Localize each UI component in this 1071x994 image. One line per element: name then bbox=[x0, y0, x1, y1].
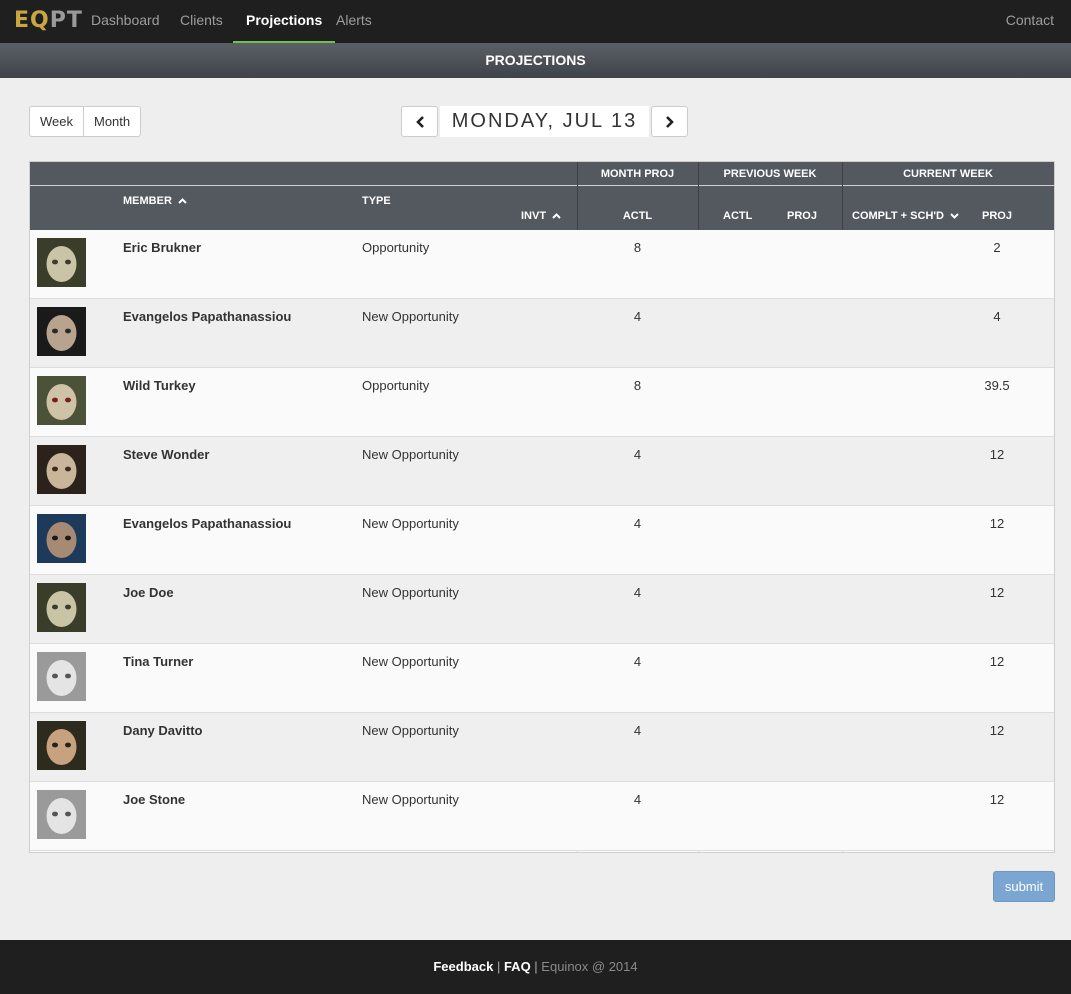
column-header-member-label: MEMBER bbox=[123, 195, 172, 207]
top-navbar: EQPT Dashboard Clients Projections Alert… bbox=[0, 0, 1071, 43]
column-header-cur-proj[interactable]: PROJ bbox=[982, 210, 1012, 222]
avatar bbox=[37, 307, 86, 356]
group-header-previous-week: PREVIOUS WEEK bbox=[723, 168, 817, 180]
footer-feedback-link[interactable]: Feedback bbox=[433, 959, 493, 974]
member-name[interactable]: Tina Turner bbox=[123, 654, 193, 669]
table-row: Eric Brukner Opportunity 8 2 bbox=[30, 230, 1054, 299]
current-proj-value: 39.5 bbox=[984, 378, 1010, 393]
footer-separator: | bbox=[530, 959, 542, 974]
group-header-current-week: CURRENT WEEK bbox=[903, 168, 993, 180]
column-header-invt-label: INVT bbox=[521, 210, 547, 222]
member-name[interactable]: Joe Stone bbox=[123, 792, 185, 807]
footer-faq-link[interactable]: FAQ bbox=[504, 959, 531, 974]
logo-text-eq: EQ bbox=[14, 8, 50, 33]
chevron-left-icon bbox=[415, 115, 424, 128]
table-row: Evangelos Papathanassiou New Opportunity 4… bbox=[30, 506, 1054, 575]
member-type: Opportunity bbox=[362, 378, 430, 393]
group-header-month-proj: MONTH PROJ bbox=[600, 168, 675, 180]
member-type: New Opportunity bbox=[362, 723, 459, 738]
member-name[interactable]: Evangelos Papathanassiou bbox=[123, 516, 291, 531]
table-row: Tina Turner New Opportunity 4 12 bbox=[30, 644, 1054, 713]
prev-date-button[interactable] bbox=[401, 106, 438, 137]
chevron-up-icon bbox=[178, 198, 187, 204]
member-type: New Opportunity bbox=[362, 309, 459, 324]
month-actl-value: 4 bbox=[633, 585, 642, 600]
current-proj-value: 12 bbox=[989, 585, 1005, 600]
member-type: New Opportunity bbox=[362, 654, 459, 669]
member-name[interactable]: Joe Doe bbox=[123, 585, 174, 600]
current-date: MONDAY, JUL 13 bbox=[440, 106, 649, 137]
month-actl-value: 4 bbox=[633, 654, 642, 669]
nav-dashboard[interactable]: Dashboard bbox=[91, 0, 160, 43]
member-type: New Opportunity bbox=[362, 516, 459, 531]
current-proj-value: 12 bbox=[989, 654, 1005, 669]
member-name[interactable]: Steve Wonder bbox=[123, 447, 209, 462]
chevron-up-icon bbox=[552, 213, 561, 219]
footer-separator: | bbox=[493, 959, 504, 974]
member-name[interactable]: Eric Brukner bbox=[123, 240, 201, 255]
submit-button[interactable]: submit bbox=[993, 871, 1055, 902]
period-toggle: Week Month bbox=[29, 106, 142, 137]
avatar bbox=[37, 790, 86, 839]
column-header-prev-proj[interactable]: PROJ bbox=[787, 210, 817, 222]
avatar bbox=[37, 376, 86, 425]
chevron-down-icon bbox=[950, 213, 959, 220]
member-type: Opportunity bbox=[362, 240, 430, 255]
member-type: New Opportunity bbox=[362, 792, 459, 807]
nav-alerts[interactable]: Alerts bbox=[336, 0, 372, 43]
month-actl-value: 8 bbox=[633, 378, 642, 393]
current-proj-value: 2 bbox=[993, 240, 1001, 255]
footer: Feedback | FAQ | Equinox @ 2014 bbox=[0, 940, 1071, 994]
footer-copyright: Equinox @ 2014 bbox=[541, 959, 638, 974]
table-header: MONTH PROJ PREVIOUS WEEK CURRENT WEEK ME… bbox=[30, 162, 1054, 230]
table-row: Steve Wonder New Opportunity 4 12 bbox=[30, 437, 1054, 506]
projections-table: MONTH PROJ PREVIOUS WEEK CURRENT WEEK ME… bbox=[29, 161, 1055, 853]
column-header-member[interactable]: MEMBER bbox=[123, 195, 187, 207]
month-actl-value: 4 bbox=[633, 309, 642, 324]
column-header-complt-schd-label: COMPLT + SCH'D bbox=[852, 210, 944, 222]
avatar bbox=[37, 652, 86, 701]
month-actl-value: 4 bbox=[633, 447, 642, 462]
member-name[interactable]: Dany Davitto bbox=[123, 723, 202, 738]
table-row: Joe Stone New Opportunity 4 12 bbox=[30, 782, 1054, 851]
page-title: PROJECTIONS bbox=[0, 43, 1071, 78]
avatar bbox=[37, 514, 86, 563]
column-header-prev-actl[interactable]: ACTL bbox=[723, 210, 752, 222]
logo-text-pt: PT bbox=[49, 8, 83, 33]
avatar bbox=[37, 445, 86, 494]
month-actl-value: 4 bbox=[633, 723, 642, 738]
current-proj-value: 12 bbox=[989, 723, 1005, 738]
nav-projections[interactable]: Projections bbox=[233, 0, 336, 43]
table-row: Evangelos Papathanassiou New Opportunity 4… bbox=[30, 299, 1054, 368]
month-actl-value: 8 bbox=[633, 240, 642, 255]
member-name[interactable]: Evangelos Papathanassiou bbox=[123, 309, 291, 324]
current-proj-value: 12 bbox=[989, 447, 1005, 462]
next-date-button[interactable] bbox=[651, 106, 688, 137]
member-type: New Opportunity bbox=[362, 447, 459, 462]
current-proj-value: 12 bbox=[989, 516, 1005, 531]
table-row: Dany Davitto New Opportunity 4 12 bbox=[30, 713, 1054, 782]
month-actl-value: 4 bbox=[633, 516, 642, 531]
chevron-right-icon bbox=[665, 115, 674, 128]
current-proj-value: 12 bbox=[989, 792, 1005, 807]
column-header-complt-schd[interactable]: COMPLT + SCH'D bbox=[852, 210, 959, 222]
brand-logo[interactable]: EQPT bbox=[14, 8, 83, 34]
avatar bbox=[37, 721, 86, 770]
table-row: Wild Turkey Opportunity 8 39.5 bbox=[30, 368, 1054, 437]
nav-clients[interactable]: Clients bbox=[180, 0, 223, 43]
week-button[interactable]: Week bbox=[30, 107, 83, 136]
member-name[interactable]: Wild Turkey bbox=[123, 378, 196, 393]
avatar bbox=[37, 238, 86, 287]
column-header-month-actl[interactable]: ACTL bbox=[577, 210, 698, 222]
nav-contact[interactable]: Contact bbox=[1006, 0, 1054, 43]
member-type: New Opportunity bbox=[362, 585, 459, 600]
table-row: Joe Doe New Opportunity 4 12 bbox=[30, 575, 1054, 644]
column-header-type[interactable]: TYPE bbox=[362, 195, 391, 207]
current-proj-value: 4 bbox=[993, 309, 1001, 324]
month-button[interactable]: Month bbox=[83, 107, 140, 136]
avatar bbox=[37, 583, 86, 632]
month-actl-value: 4 bbox=[633, 792, 642, 807]
column-header-invt[interactable]: INVT bbox=[521, 210, 561, 222]
